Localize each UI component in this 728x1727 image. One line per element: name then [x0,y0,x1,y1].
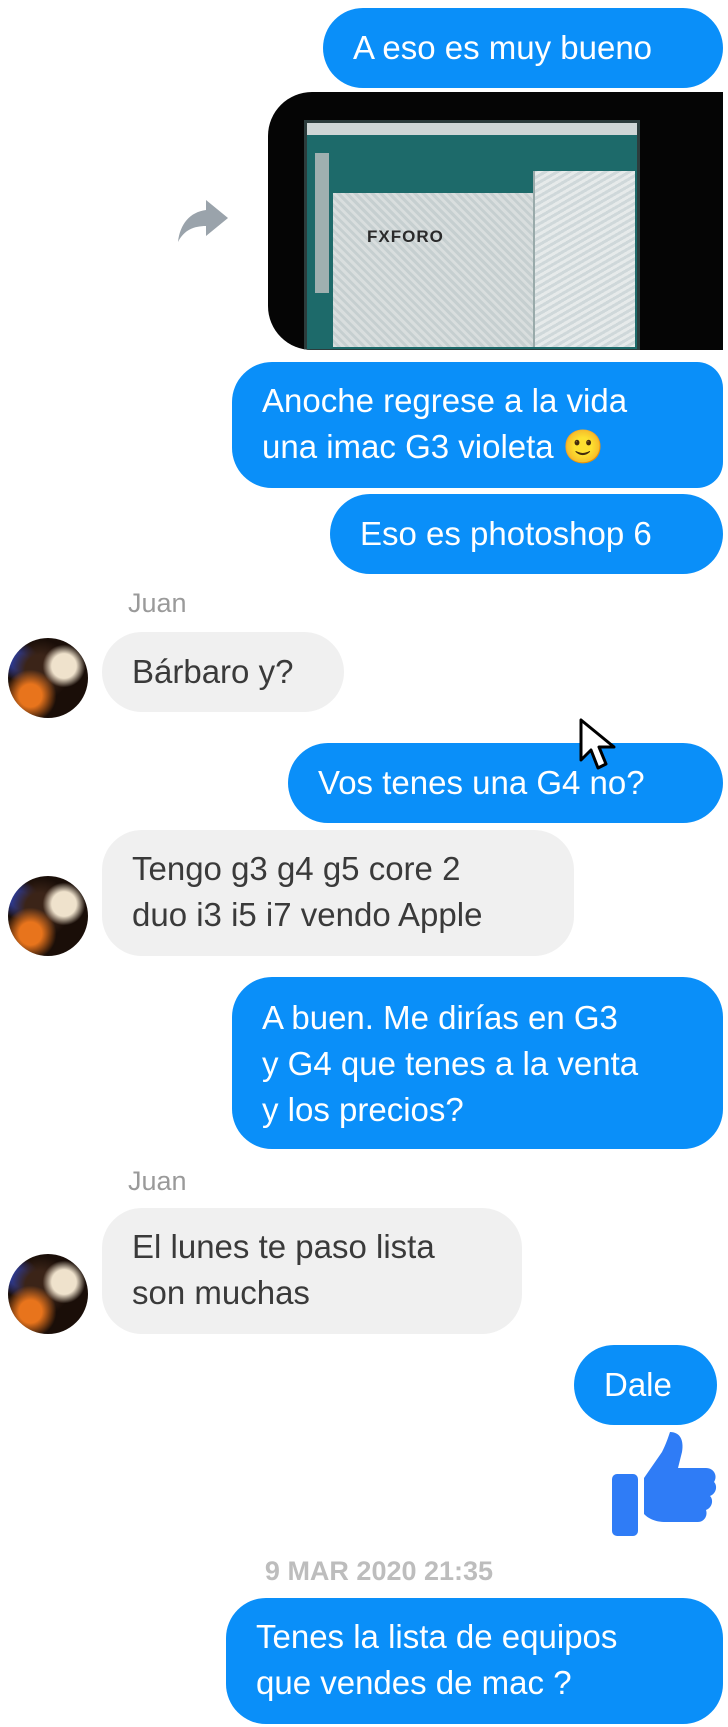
photo-toolbox [315,153,329,293]
message-line: El lunes te paso lista [132,1228,435,1265]
photo-panel [533,171,635,347]
avatar[interactable] [8,876,88,956]
message-line: duo i3 i5 i7 vendo Apple [132,896,483,933]
message-text: Eso es photoshop 6 [360,515,652,552]
outgoing-message[interactable]: Tenes la lista de equipos que vendes de … [226,1598,723,1724]
forward-icon[interactable] [176,196,230,246]
message-text: Bárbaro y? [132,653,294,690]
message-line: y los precios? [262,1091,464,1128]
outgoing-message[interactable]: Dale [574,1345,717,1425]
photo-screen: FXFORO [304,120,640,350]
incoming-message[interactable]: El lunes te paso lista son muchas [102,1208,522,1334]
avatar[interactable] [8,638,88,718]
shared-photo[interactable]: FXFORO [268,92,723,350]
incoming-message[interactable]: Tengo g3 g4 g5 core 2 duo i3 i5 i7 vendo… [102,830,574,956]
message-line: Tengo g3 g4 g5 core 2 [132,850,461,887]
message-line: A buen. Me dirías en G3 [262,999,618,1036]
outgoing-message[interactable]: Anoche regrese a la vida una imac G3 vio… [232,362,723,488]
sender-name: Juan [128,588,187,618]
message-text: A eso es muy bueno [353,29,653,66]
cursor-icon [579,718,616,770]
photo-document-label: FXFORO [367,227,444,246]
outgoing-message[interactable]: A eso es muy bueno [323,8,723,88]
photo-menubar [307,123,637,135]
incoming-message[interactable]: Bárbaro y? [102,632,344,712]
message-text: Dale [604,1366,672,1403]
message-line: Tenes la lista de equipos [256,1618,618,1655]
photo-document: FXFORO [333,193,553,347]
avatar[interactable] [8,1254,88,1334]
outgoing-message[interactable]: A buen. Me dirías en G3 y G4 que tenes a… [232,977,723,1149]
message-line: son muchas [132,1274,310,1311]
outgoing-message[interactable]: Eso es photoshop 6 [330,494,723,574]
message-line: y G4 que tenes a la venta [262,1045,639,1082]
outgoing-message[interactable]: Vos tenes una G4 no? [288,743,723,823]
timestamp: 9 MAR 2020 21:35 [264,1556,494,1586]
sender-name: Juan [128,1166,187,1196]
message-line: una imac G3 violeta 🙂 [262,428,604,465]
thumbs-up-icon[interactable] [610,1430,718,1538]
message-line: que vendes de mac ? [256,1664,572,1701]
message-line: Anoche regrese a la vida [262,382,628,419]
